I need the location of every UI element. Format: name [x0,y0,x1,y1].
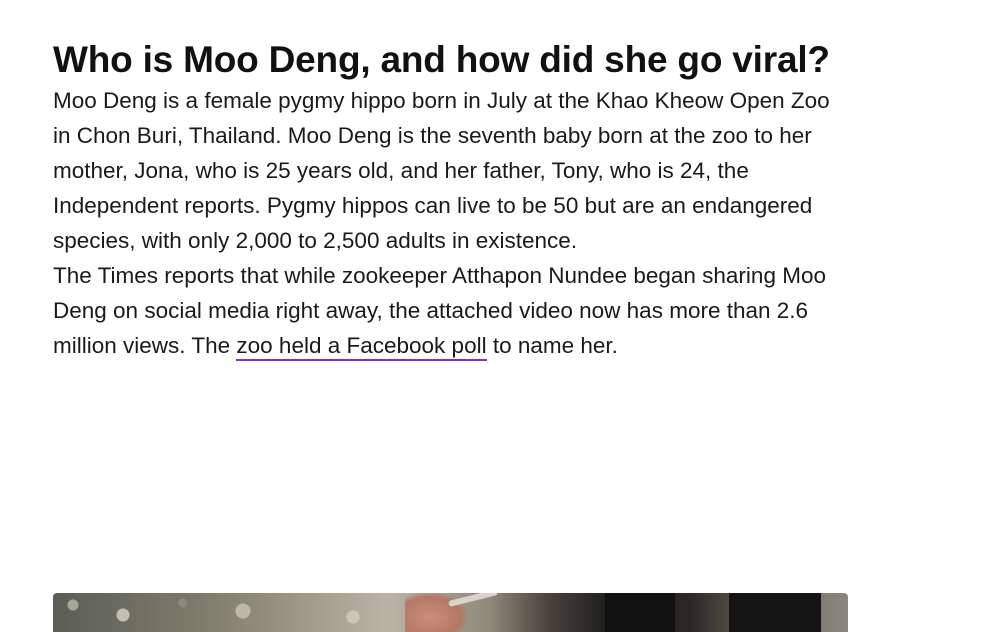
article-paragraph-2: The Times reports that while zookeeper A… [53,258,853,363]
paragraph-2-text-after-link: to name her. [486,333,618,358]
photo-pebbles [53,593,393,632]
photo-person-leg-left [605,593,675,632]
article-photo [53,593,848,632]
photo-person-leg-right [729,593,821,632]
article-body: Who is Moo Deng, and how did she go vira… [53,36,853,363]
facebook-poll-link[interactable]: zoo held a Facebook poll [236,333,487,361]
article-headline: Who is Moo Deng, and how did she go vira… [53,39,830,80]
article-paragraph-1: Moo Deng is a female pygmy hippo born in… [53,88,830,253]
